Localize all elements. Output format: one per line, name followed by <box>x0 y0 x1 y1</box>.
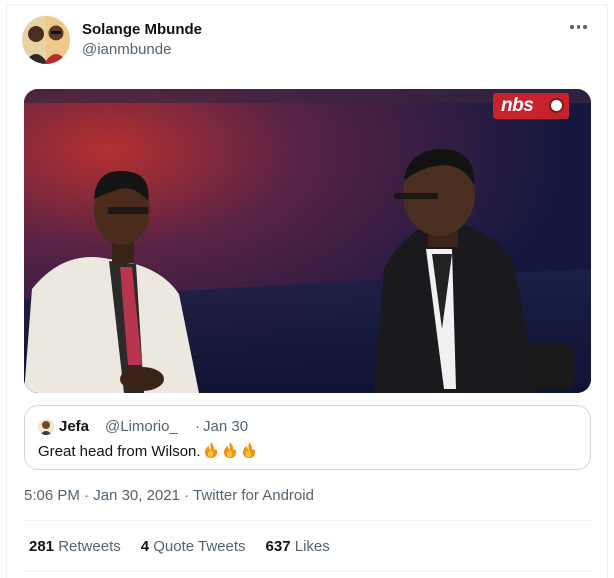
globe-icon <box>549 98 564 113</box>
channel-logo-text: nbs <box>501 95 534 116</box>
divider <box>24 571 591 572</box>
meta-separator: · <box>184 487 190 504</box>
avatar-image <box>22 16 70 64</box>
retweets-label: Retweets <box>58 538 121 555</box>
quote-avatar-image <box>38 419 54 435</box>
retweets-count: 281 <box>29 538 55 555</box>
likes-label: Likes <box>294 538 330 555</box>
video-frame <box>24 89 591 393</box>
quote-tweets-count: 4 <box>140 538 150 555</box>
quote-tweets-stat[interactable]: 4 Quote Tweets <box>141 538 246 555</box>
channel-logo: nbs <box>493 93 569 119</box>
quote-separator: · <box>195 418 200 435</box>
meta-separator: · <box>84 487 90 504</box>
likes-stat[interactable]: 637 Likes <box>266 538 330 555</box>
likes-count: 637 <box>265 538 291 555</box>
quote-tweets-label: Quote Tweets <box>153 538 246 555</box>
quote-author-handle[interactable]: @Limorio_ <box>105 418 178 435</box>
tweet-stats: 281 Retweets 4 Quote Tweets 637 Likes <box>29 538 350 555</box>
tweet-video[interactable]: nbs <box>24 89 591 393</box>
retweets-stat[interactable]: 281 Retweets <box>29 538 121 555</box>
quote-author-name[interactable]: Jefa <box>59 418 89 435</box>
quote-avatar[interactable] <box>38 419 54 435</box>
more-horizontal-icon[interactable] <box>570 22 590 32</box>
tweet-time[interactable]: 5:06 PM <box>24 487 80 504</box>
fire-emoji-group <box>202 441 258 459</box>
tweet-meta: 5:06 PM · Jan 30, 2021 · Twitter for And… <box>24 487 314 504</box>
quote-text: Great head from Wilson. <box>38 443 201 460</box>
tweet-date[interactable]: Jan 30, 2021 <box>93 487 180 504</box>
author-avatar[interactable] <box>22 16 70 64</box>
fire-icon <box>243 442 255 458</box>
author-handle[interactable]: @ianmbunde <box>82 41 171 58</box>
quoted-tweet[interactable]: Jefa @Limorio_ · Jan 30 Great head from … <box>24 405 591 470</box>
fire-icon <box>205 442 217 458</box>
author-name[interactable]: Solange Mbunde <box>82 21 202 38</box>
fire-icon <box>224 442 236 458</box>
quote-date[interactable]: Jan 30 <box>203 418 248 435</box>
divider <box>24 520 591 521</box>
tweet-source[interactable]: Twitter for Android <box>193 487 314 504</box>
tweet-header: Solange Mbunde @ianmbunde <box>20 14 596 68</box>
